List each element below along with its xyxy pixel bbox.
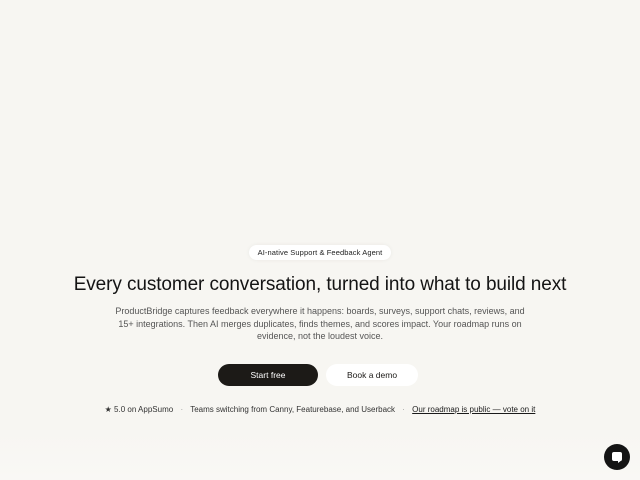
- section-divider-band: [0, 430, 640, 480]
- public-roadmap-link[interactable]: Our roadmap is public — vote on it: [412, 405, 535, 414]
- landing-page: AI-native Support & Feedback Agent Every…: [0, 0, 640, 480]
- appsumo-rating: ★ 5.0 on AppSumo: [104, 404, 174, 414]
- social-proof-row: ★ 5.0 on AppSumo · Teams switching from …: [0, 405, 640, 414]
- hero-subtitle: ProductBridge captures feedback everywhe…: [115, 306, 525, 341]
- switching-teams-text: Teams switching from Canny, Featurebase,…: [190, 404, 396, 414]
- hero-badge: AI-native Support & Feedback Agent: [248, 245, 392, 260]
- hero-section: AI-native Support & Feedback Agent Every…: [0, 240, 640, 414]
- separator-dot: ·: [402, 404, 405, 414]
- cta-row: Start free Book a demo: [0, 363, 640, 386]
- book-demo-button[interactable]: Book a demo: [326, 363, 418, 386]
- start-free-button[interactable]: Start free: [218, 363, 318, 386]
- chat-launcher-button[interactable]: [604, 444, 630, 470]
- separator-dot: ·: [180, 404, 184, 414]
- hero-title: Every customer conversation, turned into…: [73, 274, 567, 295]
